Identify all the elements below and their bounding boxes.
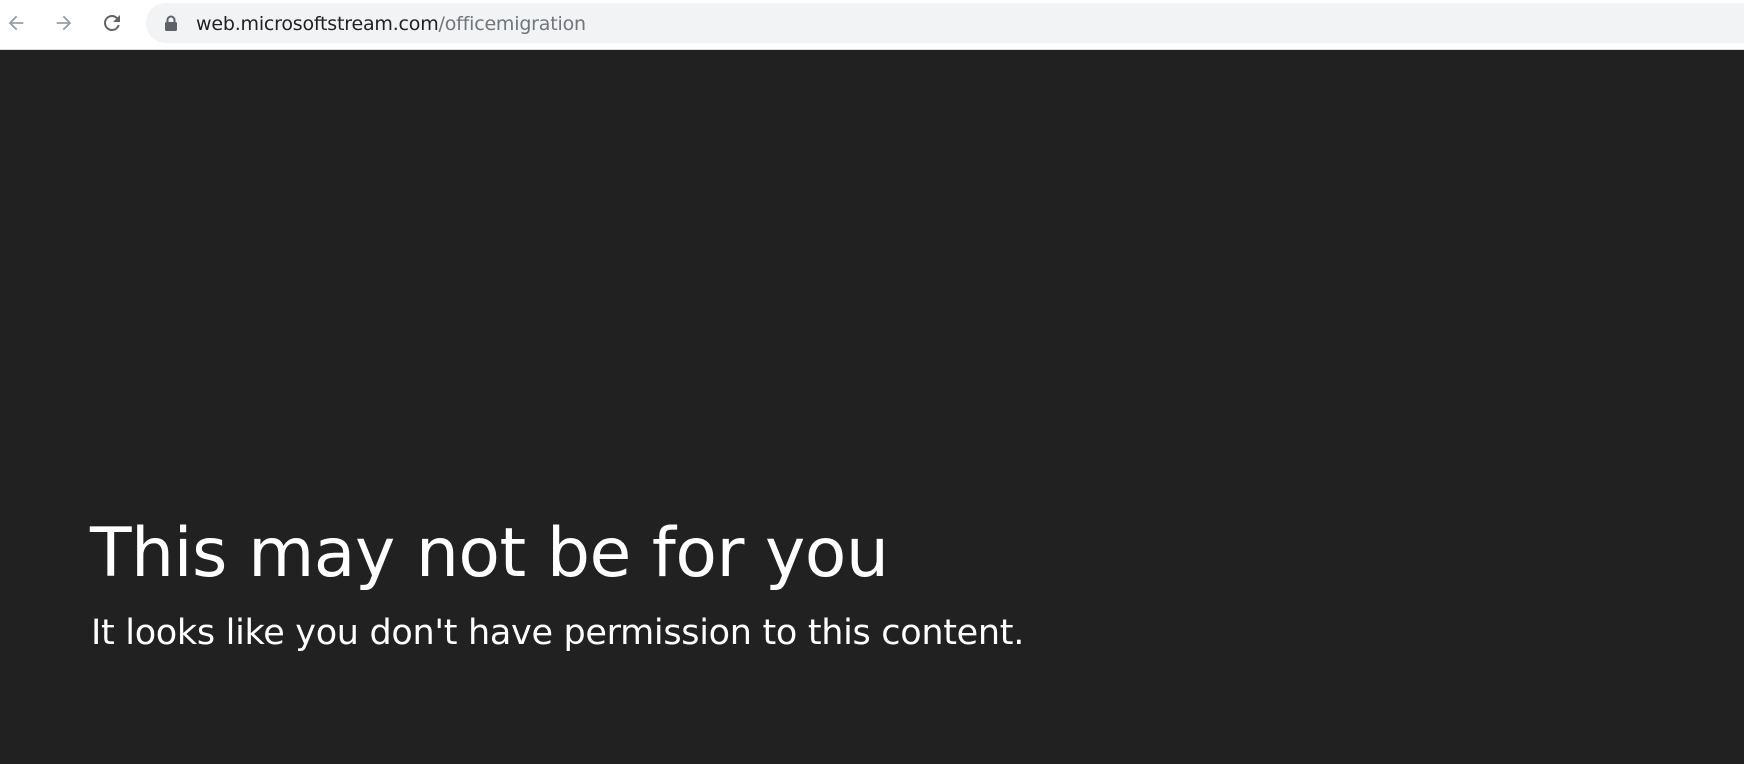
reload-icon — [104, 14, 120, 31]
forward-button[interactable] — [50, 9, 78, 37]
arrow-right-icon — [56, 15, 72, 31]
lock-icon[interactable] — [164, 15, 178, 31]
permission-message: It looks like you don't have permission … — [91, 613, 1025, 653]
url-path: /officemigration — [438, 13, 587, 35]
page-content — [0, 50, 1744, 764]
page-title: This may not be for you — [90, 514, 889, 593]
address-bar[interactable]: web.microsoftstream.com/officemigration — [146, 3, 1744, 43]
reload-button[interactable] — [98, 9, 126, 37]
browser-toolbar: web.microsoftstream.com/officemigration — [0, 0, 1744, 50]
url-text: web.microsoftstream.com/officemigration — [196, 13, 586, 35]
arrow-left-icon — [8, 15, 24, 31]
back-button[interactable] — [2, 9, 30, 37]
url-host: web.microsoftstream.com — [196, 13, 439, 35]
